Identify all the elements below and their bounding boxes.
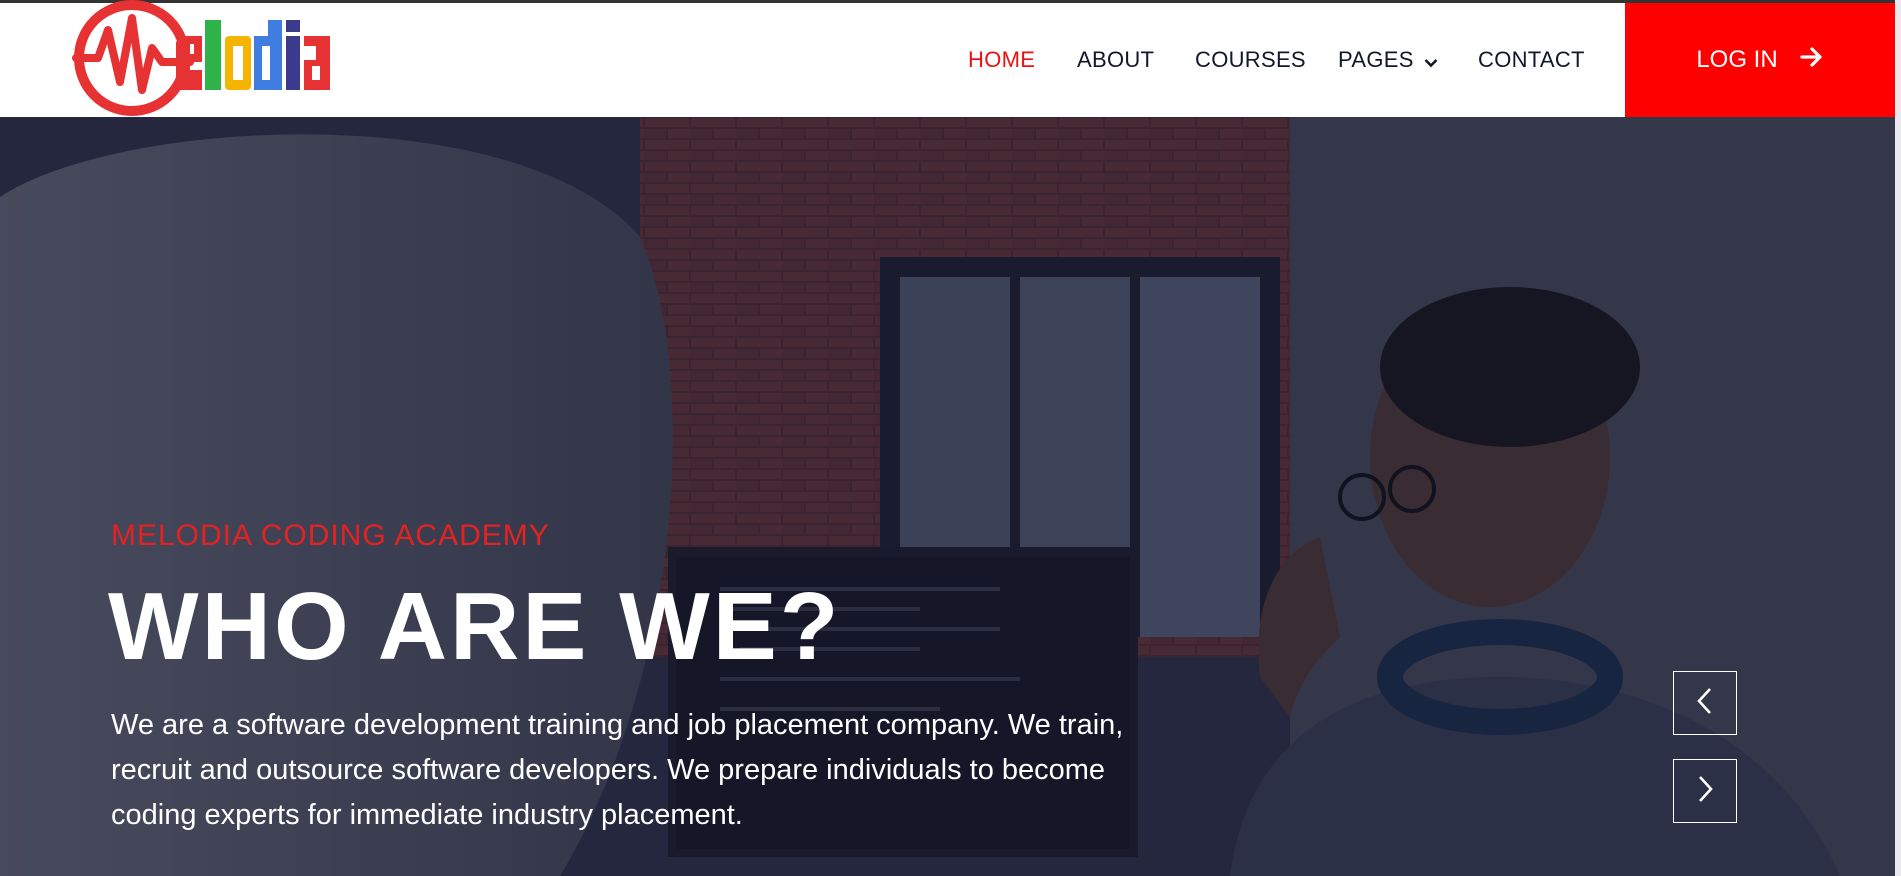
slider-next-button[interactable] xyxy=(1673,759,1737,823)
login-button[interactable]: LOG IN xyxy=(1625,3,1895,117)
slider-prev-button[interactable] xyxy=(1673,671,1737,735)
chevron-right-icon xyxy=(1695,774,1715,809)
nav-home[interactable]: HOME xyxy=(968,47,1035,73)
hero-description: We are a software development training a… xyxy=(111,709,1124,831)
nav-about[interactable]: ABOUT xyxy=(1077,47,1154,73)
hero-slider: MELODIA CODING ACADEMY WHO ARE WE? We ar… xyxy=(0,117,1895,876)
page-scrollbar-track xyxy=(1895,0,1901,876)
chevron-left-icon xyxy=(1695,686,1715,721)
login-label: LOG IN xyxy=(1696,46,1778,73)
nav-contact[interactable]: CONTACT xyxy=(1478,47,1585,73)
nav-pages[interactable]: PAGES xyxy=(1338,47,1438,74)
site-logo[interactable] xyxy=(72,0,377,118)
arrow-right-icon xyxy=(1800,46,1824,75)
hero-title: WHO ARE WE? xyxy=(108,573,842,680)
chevron-down-icon xyxy=(1424,48,1438,74)
hero-subtitle: MELODIA CODING ACADEMY xyxy=(111,519,550,552)
nav-courses[interactable]: COURSES xyxy=(1195,47,1306,73)
nav-pages-label: PAGES xyxy=(1338,47,1414,72)
